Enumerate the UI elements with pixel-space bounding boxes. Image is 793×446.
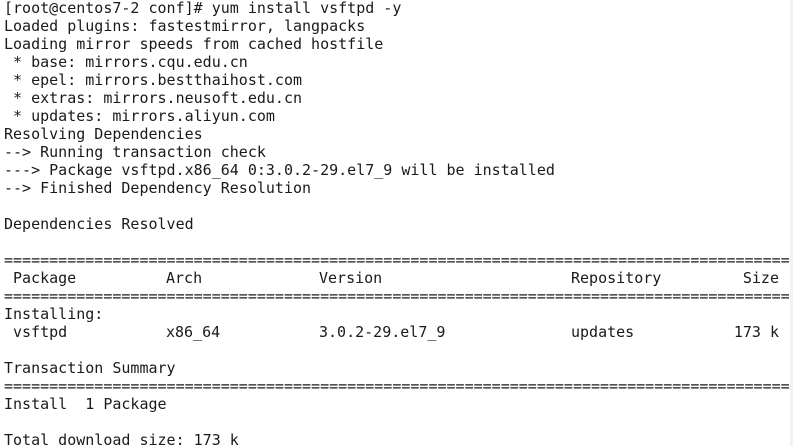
table-separator: ========================================…	[4, 377, 793, 395]
cell-size: 173 k	[733, 323, 779, 341]
output-line: * epel: mirrors.bestthaihost.com	[4, 71, 303, 89]
terminal-output: [root@centos7-2 conf]# yum install vsftp…	[4, 0, 793, 446]
output-line: Loaded plugins: fastestmirror, langpacks	[4, 17, 366, 35]
output-line: * extras: mirrors.neusoft.edu.cn	[4, 89, 303, 107]
install-count: Install 1 Package	[4, 395, 167, 413]
column-header-arch: Arch	[166, 269, 203, 287]
output-line: ---> Package vsftpd.x86_64 0:3.0.2-29.el…	[4, 161, 555, 179]
output-line: --> Finished Dependency Resolution	[4, 179, 312, 197]
cell-repository: updates	[571, 323, 635, 341]
transaction-summary-title: Transaction Summary	[4, 359, 176, 377]
command-line: [root@centos7-2 conf]# yum install vsftp…	[4, 0, 402, 17]
cell-arch: x86_64	[166, 323, 221, 341]
table-separator: ========================================…	[4, 287, 793, 305]
output-line: Loading mirror speeds from cached hostfi…	[4, 35, 384, 53]
column-header-size: Size	[742, 269, 779, 287]
table-separator: ========================================…	[4, 251, 793, 269]
cell-version: 3.0.2-29.el7_9	[319, 323, 446, 341]
output-line: * base: mirrors.cqu.edu.cn	[4, 53, 248, 71]
column-header-version: Version	[319, 269, 383, 287]
output-line: Resolving Dependencies	[4, 125, 203, 143]
terminal-window[interactable]: [root@centos7-2 conf]# yum install vsftp…	[0, 0, 793, 446]
cell-package: vsftpd	[13, 323, 68, 341]
installing-label: Installing:	[4, 305, 104, 323]
table-row: vsftpd x86_64 3.0.2-29.el7_9 updates 173…	[4, 323, 779, 341]
total-download-size: Total download size: 173 k	[4, 431, 239, 446]
output-line: Dependencies Resolved	[4, 215, 194, 233]
column-header-package: Package	[13, 269, 77, 287]
column-header-repository: Repository	[571, 269, 662, 287]
output-line: --> Running transaction check	[4, 143, 266, 161]
output-line: * updates: mirrors.aliyun.com	[4, 107, 275, 125]
table-header-row: Package Arch Version Repository Size	[4, 269, 779, 287]
